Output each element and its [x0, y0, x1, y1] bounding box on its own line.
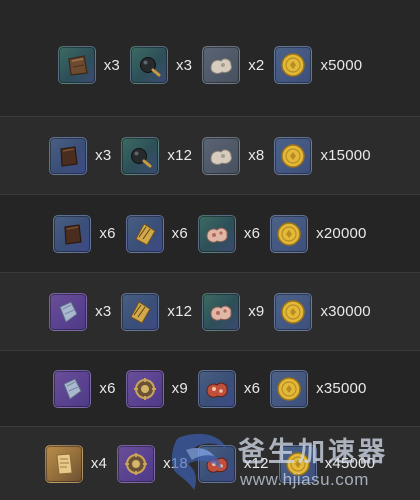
reward-quantity: x12 — [167, 303, 193, 320]
reward-item: x5000 — [274, 46, 362, 84]
reward-quantity: x3 — [95, 303, 112, 320]
reward-quantity: x20000 — [316, 225, 367, 242]
bomb-icon — [121, 136, 160, 175]
reward-quantity: x6 — [99, 380, 116, 397]
reward-item: x3 — [49, 136, 112, 175]
reward-item: x12 — [197, 444, 269, 483]
reward-quantity: x6 — [243, 225, 261, 242]
reward-quantity: x15000 — [320, 147, 371, 164]
reward-quantity: x6 — [243, 380, 261, 397]
reward-quantity: x18 — [163, 455, 188, 472]
reward-quantity: x12 — [167, 147, 193, 164]
reward-quantity: x6 — [99, 225, 116, 242]
reward-item: x9 — [202, 292, 265, 331]
reward-row: x3 x3 x2 x5000 — [0, 0, 420, 116]
reward-quantity: x35000 — [316, 380, 367, 397]
reward-item: x6 — [197, 369, 261, 408]
reward-quantity: x8 — [248, 147, 265, 164]
reward-quantity: x4 — [90, 455, 108, 472]
reward-quantity: x2 — [248, 56, 265, 74]
reward-quantity: x9 — [248, 303, 265, 320]
gold-coin-icon — [278, 444, 317, 483]
reward-quantity: x3 — [95, 147, 112, 164]
purple-crystal-icon — [49, 292, 88, 331]
ore-chunk-icon — [202, 136, 241, 175]
gold-coin-icon — [274, 292, 313, 331]
reward-item: x9 — [125, 369, 188, 408]
ore-chunk-icon — [202, 46, 241, 84]
reward-item: x30000 — [274, 292, 371, 331]
reward-item: x6 — [197, 214, 261, 253]
gold-scroll-icon — [121, 292, 160, 331]
reward-item: x3 — [129, 46, 193, 84]
reward-row: x4 x18 x12 x45000 — [0, 426, 420, 500]
reward-quantity: x5000 — [320, 56, 363, 74]
reward-item: x6 — [53, 369, 116, 408]
reward-item: x3 — [57, 46, 120, 84]
gold-scroll-icon — [125, 214, 164, 253]
reward-row: x3 x12 x9 x30000 — [0, 272, 420, 350]
reward-item: x18 — [117, 444, 188, 483]
reward-item: x35000 — [270, 369, 367, 408]
pink-ore-icon — [202, 292, 241, 331]
reward-quantity: x45000 — [324, 455, 376, 472]
reward-item: x3 — [49, 292, 112, 331]
red-ore-icon — [197, 444, 236, 483]
reward-item: x2 — [202, 46, 264, 84]
reward-quantity: x3 — [103, 56, 120, 74]
reward-quantity: x9 — [171, 380, 188, 397]
reward-quantity: x30000 — [320, 303, 371, 320]
pink-ore-icon — [197, 214, 236, 253]
reward-quantity: x12 — [243, 455, 269, 472]
gold-coin-icon — [270, 214, 309, 253]
reward-item: x20000 — [270, 214, 367, 253]
purple-crystal-icon — [53, 369, 92, 408]
reward-item: x12 — [121, 292, 193, 331]
dark-pouch-icon — [49, 136, 88, 175]
reward-table: x3 x3 x2 x5000 x3 x12 x8 x15000 x6 x6 x6… — [0, 0, 420, 500]
reward-row: x6 x6 x6 x20000 — [0, 194, 420, 272]
golden-parchment-icon — [44, 444, 83, 483]
reward-item: x4 — [44, 444, 108, 483]
reward-quantity: x3 — [175, 56, 193, 74]
reward-item: x8 — [202, 136, 265, 175]
red-ore-icon — [197, 369, 236, 408]
gold-coin-icon — [274, 46, 313, 84]
leather-pouch-icon — [57, 46, 96, 84]
dark-pouch-icon — [53, 214, 92, 253]
emblem-icon — [117, 444, 156, 483]
reward-item: x12 — [121, 136, 193, 175]
reward-item: x6 — [125, 214, 188, 253]
bomb-icon — [129, 46, 168, 84]
reward-row: x3 x12 x8 x15000 — [0, 116, 420, 194]
reward-item: x45000 — [278, 444, 376, 483]
reward-row: x6 x9 x6 x35000 — [0, 350, 420, 426]
reward-item: x15000 — [274, 136, 371, 175]
reward-quantity: x6 — [171, 225, 188, 242]
gold-coin-icon — [270, 369, 309, 408]
reward-item: x6 — [53, 214, 116, 253]
emblem-icon — [125, 369, 164, 408]
gold-coin-icon — [274, 136, 313, 175]
